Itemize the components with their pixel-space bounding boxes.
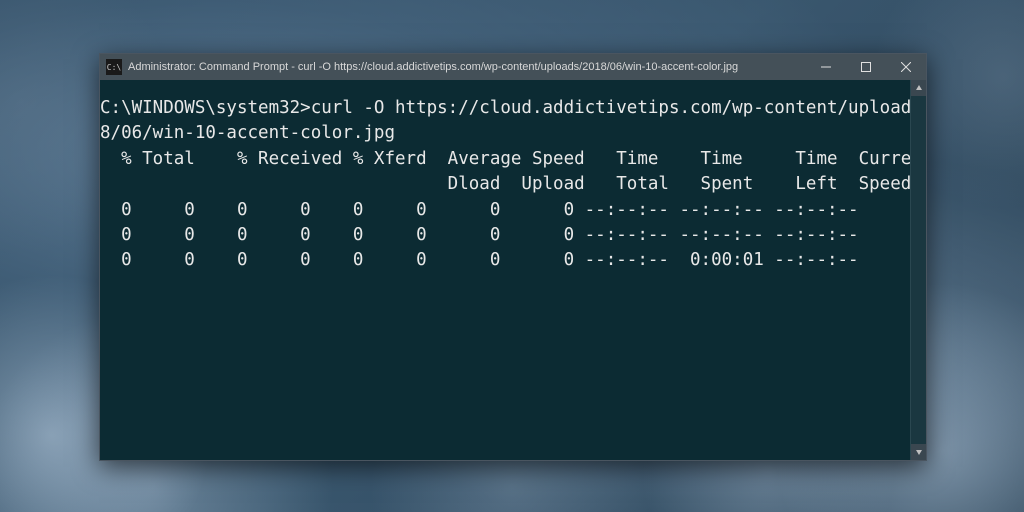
scroll-down-button[interactable] (911, 444, 926, 460)
titlebar[interactable]: C:\ Administrator: Command Prompt - curl… (100, 54, 926, 80)
scroll-up-button[interactable] (911, 80, 926, 96)
vertical-scrollbar[interactable] (910, 80, 926, 460)
minimize-button[interactable] (806, 54, 846, 80)
maximize-button[interactable] (846, 54, 886, 80)
terminal-output[interactable]: C:\WINDOWS\system32>curl -O https://clou… (100, 80, 926, 460)
command-prompt-window: C:\ Administrator: Command Prompt - curl… (99, 53, 927, 461)
cmd-icon: C:\ (106, 59, 122, 75)
terminal-area: C:\WINDOWS\system32>curl -O https://clou… (100, 80, 926, 460)
window-title: Administrator: Command Prompt - curl -O … (128, 61, 806, 73)
close-button[interactable] (886, 54, 926, 80)
